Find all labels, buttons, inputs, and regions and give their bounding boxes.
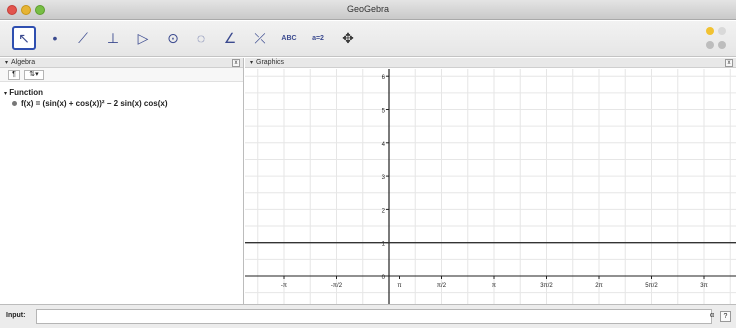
x-tick-label: 3π/2 [540,283,553,289]
category-label: Function [9,88,44,97]
move-tool-icon[interactable]: ↖ [12,26,36,50]
algebra-title: Algebra [11,59,36,66]
algebra-close-button[interactable]: x [232,59,240,67]
help-icon[interactable] [706,41,714,49]
text-tool-icon[interactable]: ABC [277,26,301,50]
function-definition: f(x) = (sin(x) + cos(x))² − 2 sin(x) cos… [21,99,168,108]
slider-tool-icon[interactable]: a=2 [306,26,330,50]
graphics-canvas[interactable]: 6543210-π -π/2 π π/2 π 3π/2 2π 5π/2 3π [245,69,736,304]
collapse-triangle-icon[interactable]: ▾ [250,60,253,66]
polygon-tool-icon[interactable]: ▷ [131,26,155,50]
graphics-panel-header: ▾ Graphics x [245,58,736,68]
point-tool-icon[interactable]: • [43,26,67,50]
x-tick-label: π [492,283,496,289]
redo-icon[interactable] [718,27,726,35]
circle-tool-icon[interactable]: ⊙ [161,26,185,50]
collapse-triangle-icon[interactable]: ▾ [5,60,8,66]
expand-triangle-icon[interactable]: ▾ [4,91,7,97]
input-help-button[interactable]: ? [720,311,731,322]
algebra-panel-header: ▾ Algebra x [0,58,243,68]
visibility-toggle-icon[interactable] [12,101,17,107]
graphics-title: Graphics [256,59,285,66]
toolbar-right-icons [704,25,730,53]
x-tick-label: π [397,283,401,289]
input-field[interactable] [36,309,712,324]
window-title: GeoGebra [346,4,390,14]
input-label: Input: [6,312,26,319]
x-tick-label: -π/2 [331,283,343,289]
algebra-toolbar: ¶ ⇅▾ [0,68,243,82]
x-tick-label: 5π/2 [645,283,658,289]
tree-category-function[interactable]: ▾ Function [4,88,43,97]
auxiliary-objects-icon[interactable]: ¶ [8,70,20,80]
input-bar: Input: α ? [0,304,736,328]
conic-tool-icon[interactable]: ◌ [189,26,213,50]
move-view-tool-icon[interactable]: ✥ [336,26,360,50]
toolbar: ↖ • ⟋ ⊥ ▷ ⊙ ◌ ∠ ⤫ ABC a=2 ✥ [0,21,736,57]
x-tick-label: 2π [595,283,602,289]
angle-tool-icon[interactable]: ∠ [218,26,242,50]
perpendicular-tool-icon[interactable]: ⊥ [101,26,125,50]
x-tick-label: π/2 [437,283,447,289]
line-tool-icon[interactable]: ⟋ [71,26,95,50]
reflect-tool-icon[interactable]: ⤫ [248,26,272,50]
graphics-view[interactable]: ▾ Graphics x 6 5 4 3 2 1 0 -π -π/2 π π/2 π 3π/2 2π 5π/2… [245,58,736,304]
graphics-close-button[interactable]: x [725,59,733,67]
symbol-menu-icon[interactable]: α [710,312,714,319]
sort-by-dropdown-icon[interactable]: ⇅▾ [24,70,44,80]
undo-icon[interactable] [706,27,714,35]
function-item[interactable]: f(x) = (sin(x) + cos(x))² − 2 sin(x) cos… [12,99,167,108]
settings-icon[interactable] [718,41,726,49]
x-tick-label: 3π [700,283,707,289]
x-tick-label: -π [281,283,287,289]
algebra-view: ▾ Algebra x ¶ ⇅▾ ▾ Function f(x) = (sin(x… [0,58,244,304]
title-bar: GeoGebra [0,0,736,20]
